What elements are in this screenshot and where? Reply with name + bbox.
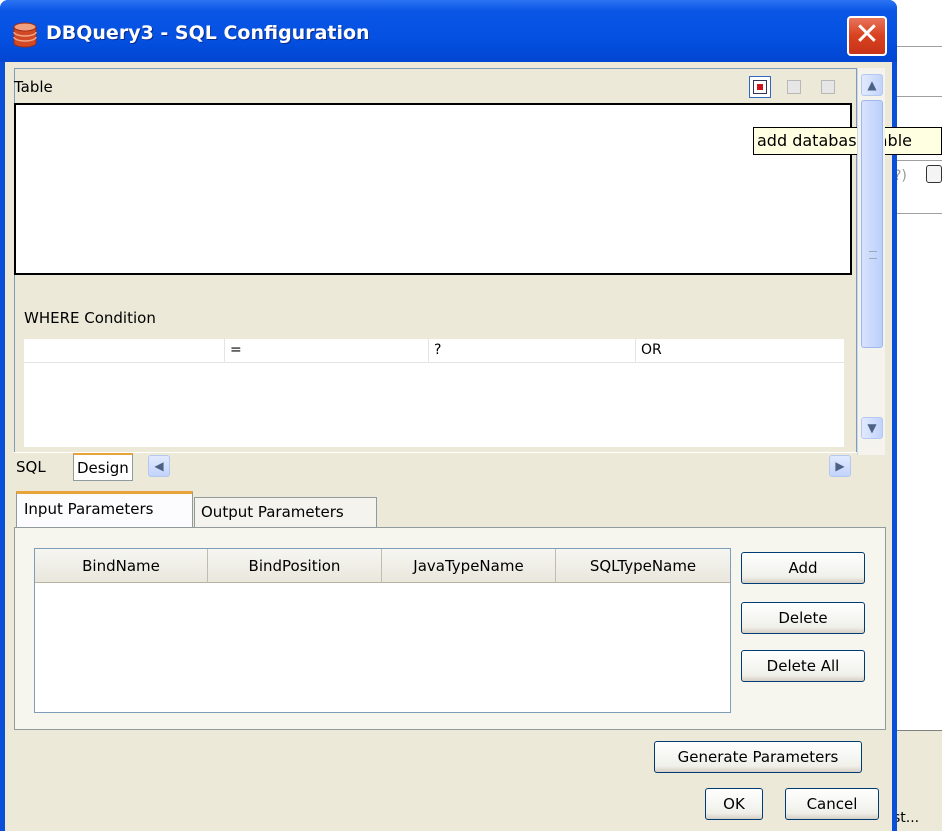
background-divider: [890, 46, 942, 47]
background-divider: [890, 96, 942, 97]
tab-output-parameters[interactable]: Output Parameters: [194, 497, 377, 527]
generate-parameters-button[interactable]: Generate Parameters: [654, 741, 862, 773]
where-value-cell[interactable]: ?: [434, 342, 441, 358]
add-button[interactable]: Add: [741, 552, 865, 584]
table-label: Table: [14, 78, 53, 96]
tab-design[interactable]: Design: [73, 453, 133, 481]
background-control-button[interactable]: [926, 165, 942, 183]
editor-tab-bar: [14, 452, 857, 484]
where-conjunction-cell[interactable]: OR: [641, 342, 662, 358]
scroll-thumb[interactable]: [861, 100, 883, 348]
add-table-button[interactable]: [749, 76, 771, 98]
where-operator-cell[interactable]: =: [230, 342, 242, 358]
scroll-up-icon[interactable]: ▲: [861, 74, 883, 96]
edit-table-button[interactable]: [783, 76, 805, 98]
where-condition-row[interactable]: = ? OR: [24, 339, 844, 363]
parameters-table-header: BindName BindPosition JavaTypeName SQLTy…: [35, 549, 730, 583]
remove-table-button[interactable]: [817, 76, 839, 98]
tab-sql[interactable]: SQL: [16, 456, 46, 478]
grid-separator: [635, 339, 636, 363]
ok-button[interactable]: OK: [705, 788, 763, 820]
scroll-left-icon[interactable]: ◀: [148, 455, 170, 477]
scroll-down-icon[interactable]: ▼: [861, 417, 883, 439]
column-header-sqltypename[interactable]: SQLTypeName: [556, 549, 730, 583]
delete-button[interactable]: Delete: [741, 602, 865, 634]
table-canvas[interactable]: [14, 103, 852, 275]
where-condition-grid[interactable]: = ? OR: [24, 339, 844, 447]
scroll-right-icon[interactable]: ▶: [829, 455, 851, 477]
editor-vertical-scrollbar[interactable]: ▲ ▼: [857, 68, 885, 455]
column-header-javatypename[interactable]: JavaTypeName: [382, 549, 556, 583]
where-condition-label: WHERE Condition: [24, 309, 156, 327]
parameters-table[interactable]: BindName BindPosition JavaTypeName SQLTy…: [34, 548, 731, 713]
delete-all-button[interactable]: Delete All: [741, 650, 865, 682]
close-button[interactable]: ✕: [847, 16, 887, 56]
cancel-button[interactable]: Cancel: [785, 788, 879, 820]
remove-table-icon: [821, 80, 835, 94]
add-table-icon: [753, 80, 767, 94]
tooltip: add database table: [753, 127, 942, 155]
tab-input-parameters[interactable]: Input Parameters: [16, 491, 193, 527]
background-panel: [890, 0, 942, 831]
window-title: DBQuery3 - SQL Configuration: [46, 22, 370, 44]
edit-table-icon: [787, 80, 801, 94]
scroll-grip-icon: [869, 251, 877, 259]
column-header-bindname[interactable]: BindName: [35, 549, 208, 583]
title-bar[interactable]: DBQuery3 - SQL Configuration ✕: [0, 0, 897, 62]
column-header-bindposition[interactable]: BindPosition: [208, 549, 382, 583]
database-icon: [13, 22, 37, 48]
grid-separator: [224, 339, 225, 363]
grid-separator: [428, 339, 429, 363]
